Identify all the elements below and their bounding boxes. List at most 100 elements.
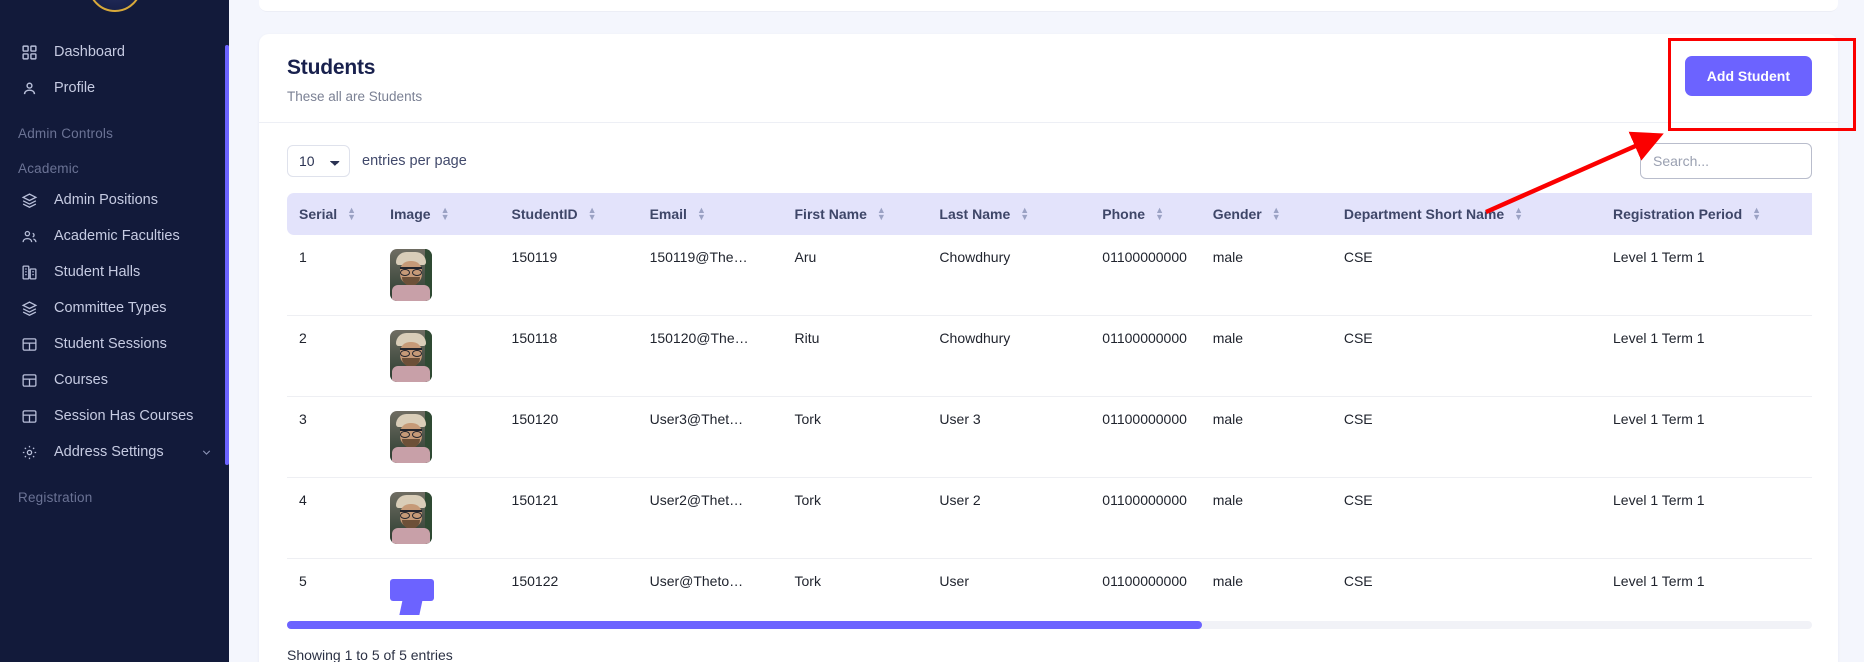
cell-serial: 1: [287, 235, 378, 316]
table-header-row: Serial▲▼ Image ▲▼ StudentID ▲▼ Email▲▼ Fir…: [287, 193, 1812, 235]
cell-gender: male: [1201, 397, 1332, 478]
sidebar-item-label: Academic Faculties: [54, 228, 180, 244]
cell-image: [378, 316, 499, 397]
cell-registration-period: Level 1 Term 1: [1601, 235, 1812, 316]
sort-icon[interactable]: ▲▼: [877, 207, 886, 221]
layers-icon: [18, 189, 40, 211]
column-header-gender[interactable]: Gender ▲▼: [1201, 193, 1332, 235]
table-horizontal-scrollbar[interactable]: [287, 621, 1812, 629]
sidebar-item-profile[interactable]: Profile: [0, 70, 229, 106]
cell-serial: 4: [287, 478, 378, 559]
students-card: Students These all are Students Add Stud…: [259, 34, 1838, 662]
cell-image: [378, 478, 499, 559]
sort-icon[interactable]: ▲▼: [347, 207, 356, 221]
sort-icon[interactable]: ▲▼: [1514, 207, 1523, 221]
cell-gender: male: [1201, 559, 1332, 615]
cell-serial: 3: [287, 397, 378, 478]
student-photo: [390, 249, 432, 301]
sidebar: Dashboard Profile Admin Controls Academi…: [0, 0, 229, 662]
sidebar-item-student-halls[interactable]: Student Halls: [0, 254, 229, 290]
table-row[interactable]: 2 150118 150120@The… Ritu Chowdhury 0110…: [287, 316, 1812, 397]
sidebar-item-label: Session Has Courses: [54, 408, 193, 424]
column-header-last-name[interactable]: Last Name▲▼: [927, 193, 1090, 235]
building-icon: [18, 261, 40, 283]
sidebar-item-address-settings[interactable]: Address Settings: [0, 434, 229, 470]
main-content: Students These all are Students Add Stud…: [229, 0, 1864, 662]
cell-serial: 2: [287, 316, 378, 397]
column-header-image[interactable]: Image ▲▼: [378, 193, 499, 235]
add-student-button[interactable]: Add Student: [1685, 56, 1812, 96]
cell-last-name: Chowdhury: [927, 235, 1090, 316]
chevron-down-icon[interactable]: [200, 446, 213, 459]
sidebar-section-academic: Academic: [0, 161, 229, 176]
column-header-email[interactable]: Email▲▼: [638, 193, 783, 235]
sidebar-item-admin-positions[interactable]: Admin Positions: [0, 182, 229, 218]
sort-icon[interactable]: ▲▼: [588, 207, 597, 221]
sidebar-item-label: Student Sessions: [54, 336, 167, 352]
column-header-registration-period[interactable]: Registration Period ▲▼: [1601, 193, 1812, 235]
sidebar-item-label: Admin Positions: [54, 192, 158, 208]
sidebar-item-session-has-courses[interactable]: Session Has Courses: [0, 398, 229, 434]
column-label: Department Short Name: [1344, 206, 1504, 222]
sidebar-item-academic-faculties[interactable]: Academic Faculties: [0, 218, 229, 254]
cell-first-name: Tork: [783, 397, 928, 478]
sort-icon[interactable]: ▲▼: [1272, 207, 1281, 221]
sidebar-nav: Dashboard Profile Admin Controls Academi…: [0, 12, 229, 505]
app-root: Dashboard Profile Admin Controls Academi…: [0, 0, 1864, 662]
cell-department: CSE: [1332, 397, 1601, 478]
sort-icon[interactable]: ▲▼: [1020, 207, 1029, 221]
table-icon: [18, 333, 40, 355]
scrollbar-thumb[interactable]: [287, 621, 1202, 629]
student-photo: [390, 411, 432, 463]
sidebar-item-courses[interactable]: Courses: [0, 362, 229, 398]
column-header-serial[interactable]: Serial▲▼: [287, 193, 378, 235]
column-label: Image: [390, 206, 430, 222]
cell-first-name: Aru: [783, 235, 928, 316]
column-label: Gender: [1213, 206, 1262, 222]
cell-email: User3@Thet…: [638, 397, 783, 478]
column-header-phone[interactable]: Phone ▲▼: [1090, 193, 1200, 235]
card-header-text: Students These all are Students: [287, 56, 422, 104]
sidebar-item-committee-types[interactable]: Committee Types: [0, 290, 229, 326]
users-icon: [18, 225, 40, 247]
sort-icon[interactable]: ▲▼: [1155, 207, 1164, 221]
entries-per-page-group: 10 25 50 100 entries per page: [287, 145, 467, 177]
cell-registration-period: Level 1 Term 1: [1601, 478, 1812, 559]
column-label: Phone: [1102, 206, 1145, 222]
column-header-department[interactable]: Department Short Name ▲▼: [1332, 193, 1601, 235]
table-icon: [18, 405, 40, 427]
entries-per-page-select[interactable]: 10 25 50 100: [287, 145, 350, 177]
cell-phone: 01100000000: [1090, 235, 1200, 316]
table-row[interactable]: 1 150119 150119@The… Aru Chowdhury 01100…: [287, 235, 1812, 316]
sort-icon[interactable]: ▲▼: [1752, 207, 1761, 221]
column-header-first-name[interactable]: First Name ▲▼: [783, 193, 928, 235]
university-crest-icon: [88, 0, 142, 12]
cell-image: [378, 397, 499, 478]
student-photo: [390, 492, 432, 544]
sidebar-item-label: Dashboard: [54, 44, 125, 60]
column-label: StudentID: [512, 206, 578, 222]
column-label: First Name: [795, 206, 867, 222]
cell-registration-period: Level 1 Term 1: [1601, 316, 1812, 397]
column-label: Registration Period: [1613, 206, 1742, 222]
search-input[interactable]: [1640, 143, 1812, 179]
students-table: Serial▲▼ Image ▲▼ StudentID ▲▼ Email▲▼ Fir…: [287, 193, 1812, 615]
gear-icon: [18, 441, 40, 463]
sidebar-item-student-sessions[interactable]: Student Sessions: [0, 326, 229, 362]
previous-card-stub: [259, 0, 1838, 12]
table-row[interactable]: 4 150121 User2@Thet… Tork User 2 0110000…: [287, 478, 1812, 559]
sort-icon[interactable]: ▲▼: [441, 207, 450, 221]
table-scroll-container[interactable]: Serial▲▼ Image ▲▼ StudentID ▲▼ Email▲▼ Fir…: [287, 193, 1812, 615]
table-footer-info: Showing 1 to 5 of 5 entries: [259, 629, 1838, 662]
table-icon: [18, 369, 40, 391]
sidebar-logo[interactable]: [0, 0, 229, 12]
column-header-studentid[interactable]: StudentID ▲▼: [500, 193, 638, 235]
sidebar-item-dashboard[interactable]: Dashboard: [0, 34, 229, 70]
cell-department: CSE: [1332, 478, 1601, 559]
cell-registration-period: Level 1 Term 1: [1601, 559, 1812, 615]
table-row[interactable]: 5 150122 User@Theto… Tork User 011000000…: [287, 559, 1812, 615]
cell-student-id: 150119: [500, 235, 638, 316]
sort-icon[interactable]: ▲▼: [697, 207, 706, 221]
table-row[interactable]: 3 150120 User3@Thet… Tork User 3 0110000…: [287, 397, 1812, 478]
sidebar-item-label: Address Settings: [54, 444, 164, 460]
